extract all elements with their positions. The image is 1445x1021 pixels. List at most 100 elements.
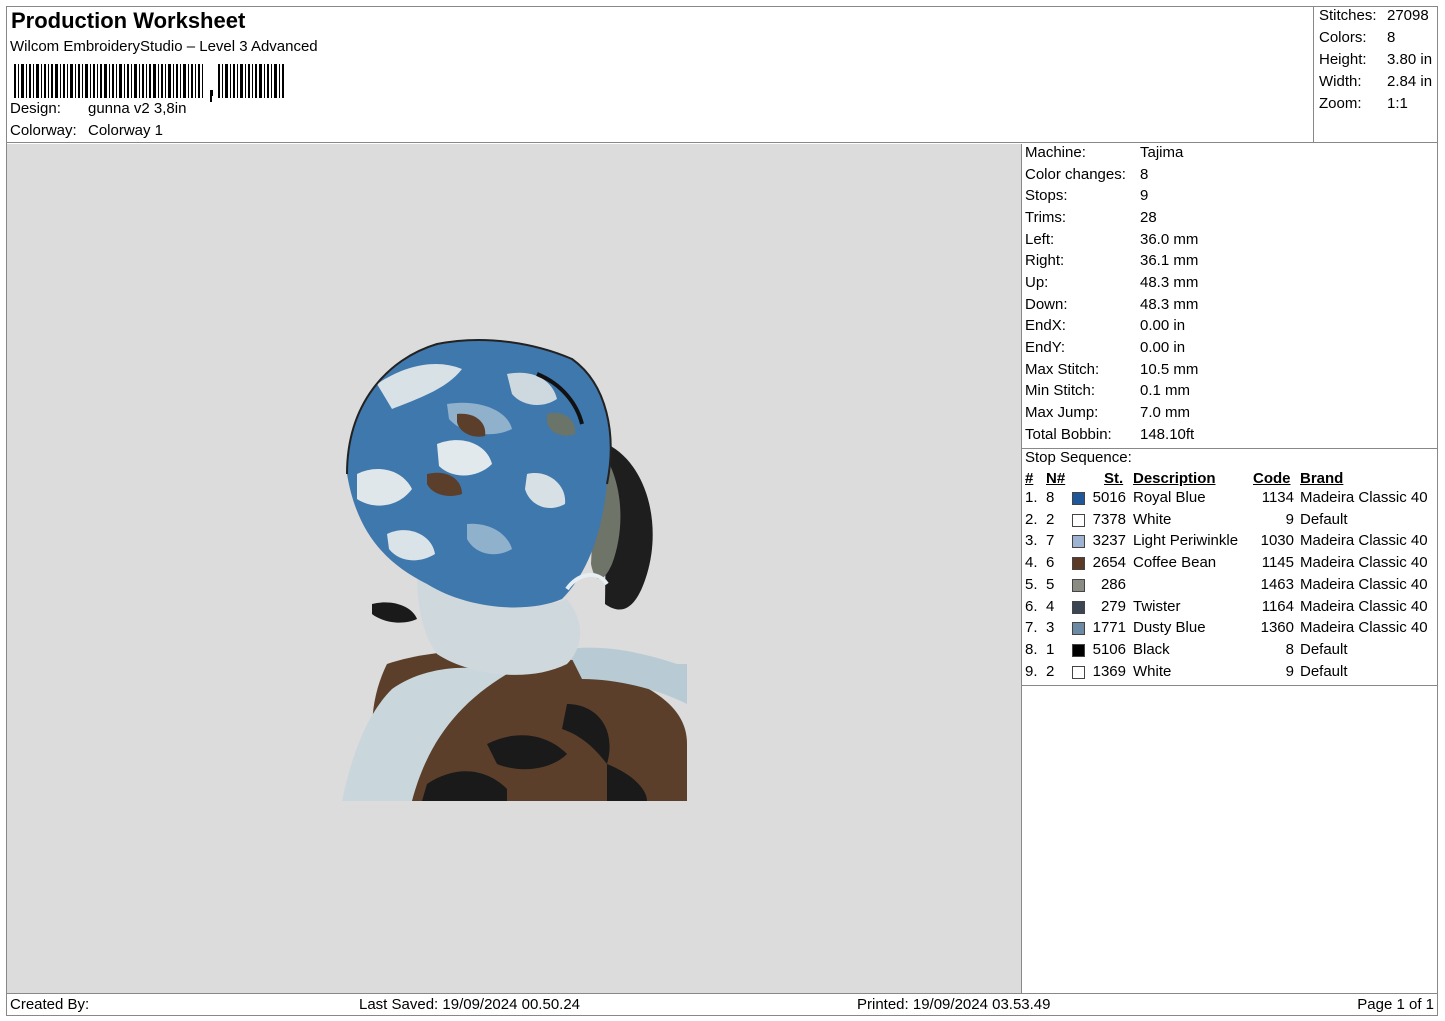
info-label: Total Bobbin:	[1025, 426, 1112, 443]
color-swatch	[1072, 557, 1085, 571]
thread-code: 1145	[1261, 554, 1294, 572]
thread-description: Light Periwinkle	[1133, 532, 1239, 550]
thread-code: 1030	[1260, 532, 1294, 550]
info-label: Trims:	[1025, 209, 1067, 226]
needle-number: 4	[1046, 597, 1055, 615]
stitch-count: 7378	[1092, 510, 1126, 528]
info-value: 0.1 mm	[1140, 382, 1191, 399]
thread-brand: Default	[1300, 510, 1348, 528]
info-value: 48.3 mm	[1140, 296, 1199, 313]
stop-sequence-title: Stop Sequence:	[1025, 449, 1132, 466]
printed-date: Printed: 19/09/2024 03.53.49	[857, 996, 1051, 1013]
info-value: 7.0 mm	[1140, 404, 1191, 421]
stop-row: 2. 2 7378 White 9 Default	[1022, 511, 1438, 533]
stop-number: 5.	[1025, 575, 1038, 593]
info-label: Machine:	[1025, 144, 1086, 161]
thread-brand: Madeira Classic 40	[1300, 554, 1428, 572]
info-value: Tajima	[1140, 144, 1184, 161]
software-name: Wilcom EmbroideryStudio – Level 3 Advanc…	[10, 38, 318, 55]
thread-code: 9	[1285, 662, 1294, 680]
summary-value: 2.84 in	[1387, 73, 1433, 90]
info-row: Max Jump: 7.0 mm	[1025, 404, 1425, 424]
stop-number: 8.	[1025, 640, 1038, 658]
summary-value: 27098	[1387, 7, 1429, 24]
thread-code: 1164	[1261, 597, 1294, 615]
info-label: Left:	[1025, 231, 1055, 248]
worksheet-footer: Created By: Last Saved: 19/09/2024 00.50…	[6, 993, 1438, 1016]
info-label: Max Jump:	[1025, 404, 1099, 421]
info-row: EndY: 0.00 in	[1025, 339, 1425, 359]
needle-number: 2	[1046, 510, 1055, 528]
thread-brand: Madeira Classic 40	[1300, 597, 1428, 615]
colorway-value: Colorway 1	[88, 122, 164, 139]
barcode	[14, 64, 284, 102]
info-row: EndX: 0.00 in	[1025, 317, 1425, 337]
last-saved: Last Saved: 19/09/2024 00.50.24	[359, 996, 581, 1013]
stop-number: 6.	[1025, 597, 1038, 615]
color-swatch	[1072, 665, 1085, 679]
machine-info-panel: Machine: Tajima Color changes: 8 Stops: 9 T…	[1022, 144, 1438, 449]
info-row: Total Bobbin: 148.10ft	[1025, 426, 1425, 446]
color-swatch	[1072, 643, 1085, 657]
stop-row: 3. 7 3237 Light Periwinkle 1030 Madeira Class…	[1022, 532, 1438, 554]
stop-sequence-panel: Stop Sequence: # N# St. Description Code…	[1022, 449, 1438, 686]
stitch-count: 5106	[1092, 640, 1126, 658]
stop-row: 1. 8 5016 Royal Blue 1134 Madeira Classic 40	[1022, 489, 1438, 511]
stop-number: 9.	[1025, 662, 1038, 680]
color-swatch	[1072, 578, 1085, 592]
thread-brand: Madeira Classic 40	[1300, 489, 1428, 506]
thread-code: 1360	[1260, 619, 1294, 637]
info-label: Up:	[1025, 274, 1049, 291]
needle-number: 5	[1046, 575, 1055, 593]
created-by: Created By:	[10, 996, 90, 1013]
info-row: Color changes: 8	[1025, 166, 1425, 186]
info-row: Left: 36.0 mm	[1025, 231, 1425, 251]
needle-number: 1	[1046, 640, 1055, 658]
info-label: Down:	[1025, 296, 1068, 313]
thread-code: 1463	[1260, 575, 1294, 593]
stop-number: 4.	[1025, 554, 1038, 572]
color-swatch	[1072, 535, 1085, 549]
col-header-n: N#	[1046, 470, 1066, 487]
stop-row: 4. 6 2654 Coffee Bean 1145 Madeira Classic 40	[1022, 554, 1438, 576]
needle-number: 3	[1046, 619, 1055, 637]
summary-label: Zoom:	[1319, 95, 1362, 112]
worksheet-header: Production Worksheet Wilcom EmbroiderySt…	[6, 6, 1314, 143]
info-value: 28	[1140, 209, 1157, 226]
info-row: Min Stitch: 0.1 mm	[1025, 382, 1425, 402]
stitch-count: 286	[1100, 575, 1126, 593]
info-value: 0.00 in	[1140, 339, 1186, 356]
color-swatch	[1072, 513, 1085, 527]
thread-brand: Madeira Classic 40	[1300, 619, 1428, 637]
colorway-label: Colorway:	[10, 122, 77, 139]
design-preview	[7, 144, 1022, 993]
col-header-description: Description	[1133, 470, 1216, 487]
info-value: 48.3 mm	[1140, 274, 1199, 291]
col-header-num: #	[1025, 470, 1034, 487]
thread-description: Black	[1133, 640, 1170, 658]
stitch-count: 1369	[1092, 662, 1126, 680]
page-number: Page 1 of 1	[1357, 996, 1434, 1013]
info-row: Down: 48.3 mm	[1025, 296, 1425, 316]
stop-number: 2.	[1025, 510, 1038, 528]
info-label: Color changes:	[1025, 166, 1126, 183]
needle-number: 6	[1046, 554, 1055, 572]
info-label: Right:	[1025, 252, 1065, 269]
summary-label: Stitches:	[1319, 7, 1377, 24]
needle-number: 2	[1046, 662, 1055, 680]
thread-brand: Madeira Classic 40	[1300, 575, 1428, 593]
summary-label: Width:	[1319, 73, 1362, 90]
stop-row: 5. 5 286 1463 Madeira Classic 40	[1022, 576, 1438, 598]
stitch-count: 3237	[1092, 532, 1126, 550]
stitch-count: 5016	[1092, 489, 1126, 506]
thread-brand: Madeira Classic 40	[1300, 532, 1428, 550]
thread-description: Coffee Bean	[1133, 554, 1217, 572]
thread-description: White	[1133, 662, 1172, 680]
thread-description: Dusty Blue	[1133, 619, 1206, 637]
col-header-brand: Brand	[1300, 470, 1344, 487]
summary-label: Height:	[1319, 51, 1367, 68]
summary-value: 8	[1387, 29, 1396, 46]
design-value: gunna v2 3,8in	[88, 100, 187, 117]
col-header-stitches: St.	[1104, 470, 1124, 487]
info-label: Stops:	[1025, 187, 1068, 204]
